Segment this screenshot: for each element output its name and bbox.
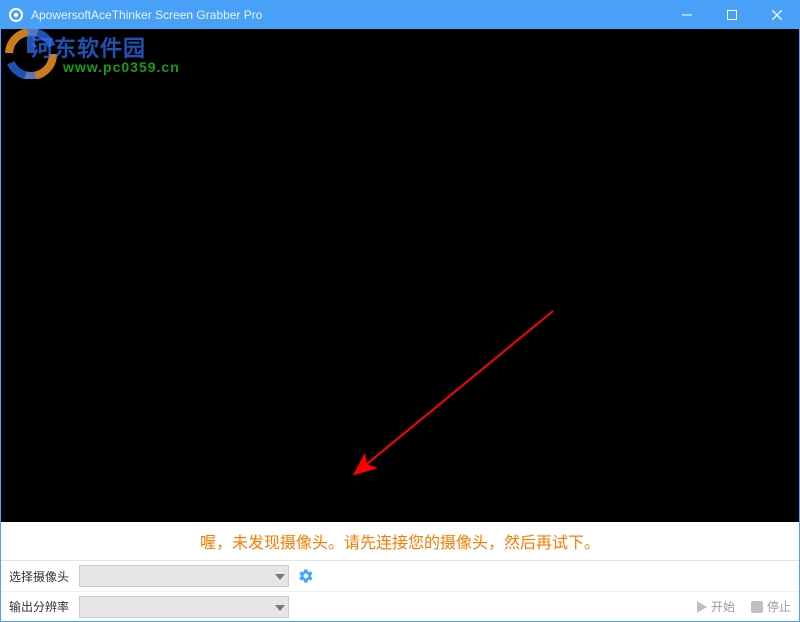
close-button[interactable] (754, 1, 799, 29)
stop-button[interactable]: 停止 (751, 598, 791, 615)
resolution-label: 输出分辨率 (9, 598, 79, 615)
resolution-row: 输出分辨率 开始 停止 (1, 591, 799, 621)
maximize-icon (727, 10, 737, 20)
camera-settings-button[interactable] (297, 567, 315, 585)
maximize-button[interactable] (709, 1, 754, 29)
window-title: ApowersoftAceThinker Screen Grabber Pro (31, 1, 262, 29)
window-controls (664, 1, 799, 29)
camera-label: 选择摄像头 (9, 568, 79, 585)
start-button-label: 开始 (711, 598, 735, 615)
camera-row: 选择摄像头 (1, 561, 799, 591)
stop-icon (751, 601, 763, 613)
camera-preview (1, 29, 799, 522)
app-window: ApowersoftAceThinker Screen Grabber Pro … (0, 0, 800, 622)
play-icon (697, 601, 707, 613)
minimize-icon (682, 10, 692, 20)
status-message: 喔，未发现摄像头。请先连接您的摄像头，然后再试下。 (200, 529, 600, 553)
status-bar: 喔，未发现摄像头。请先连接您的摄像头，然后再试下。 (1, 522, 799, 560)
start-button[interactable]: 开始 (697, 598, 735, 615)
resolution-select[interactable] (79, 596, 289, 618)
controls-panel: 选择摄像头 输出分辨率 (1, 560, 799, 621)
titlebar: ApowersoftAceThinker Screen Grabber Pro (1, 1, 799, 29)
app-icon (7, 6, 25, 24)
camera-select[interactable] (79, 565, 289, 587)
close-icon (772, 10, 782, 20)
stop-button-label: 停止 (767, 598, 791, 615)
playback-controls: 开始 停止 (697, 598, 791, 615)
gear-icon (298, 568, 314, 584)
minimize-button[interactable] (664, 1, 709, 29)
